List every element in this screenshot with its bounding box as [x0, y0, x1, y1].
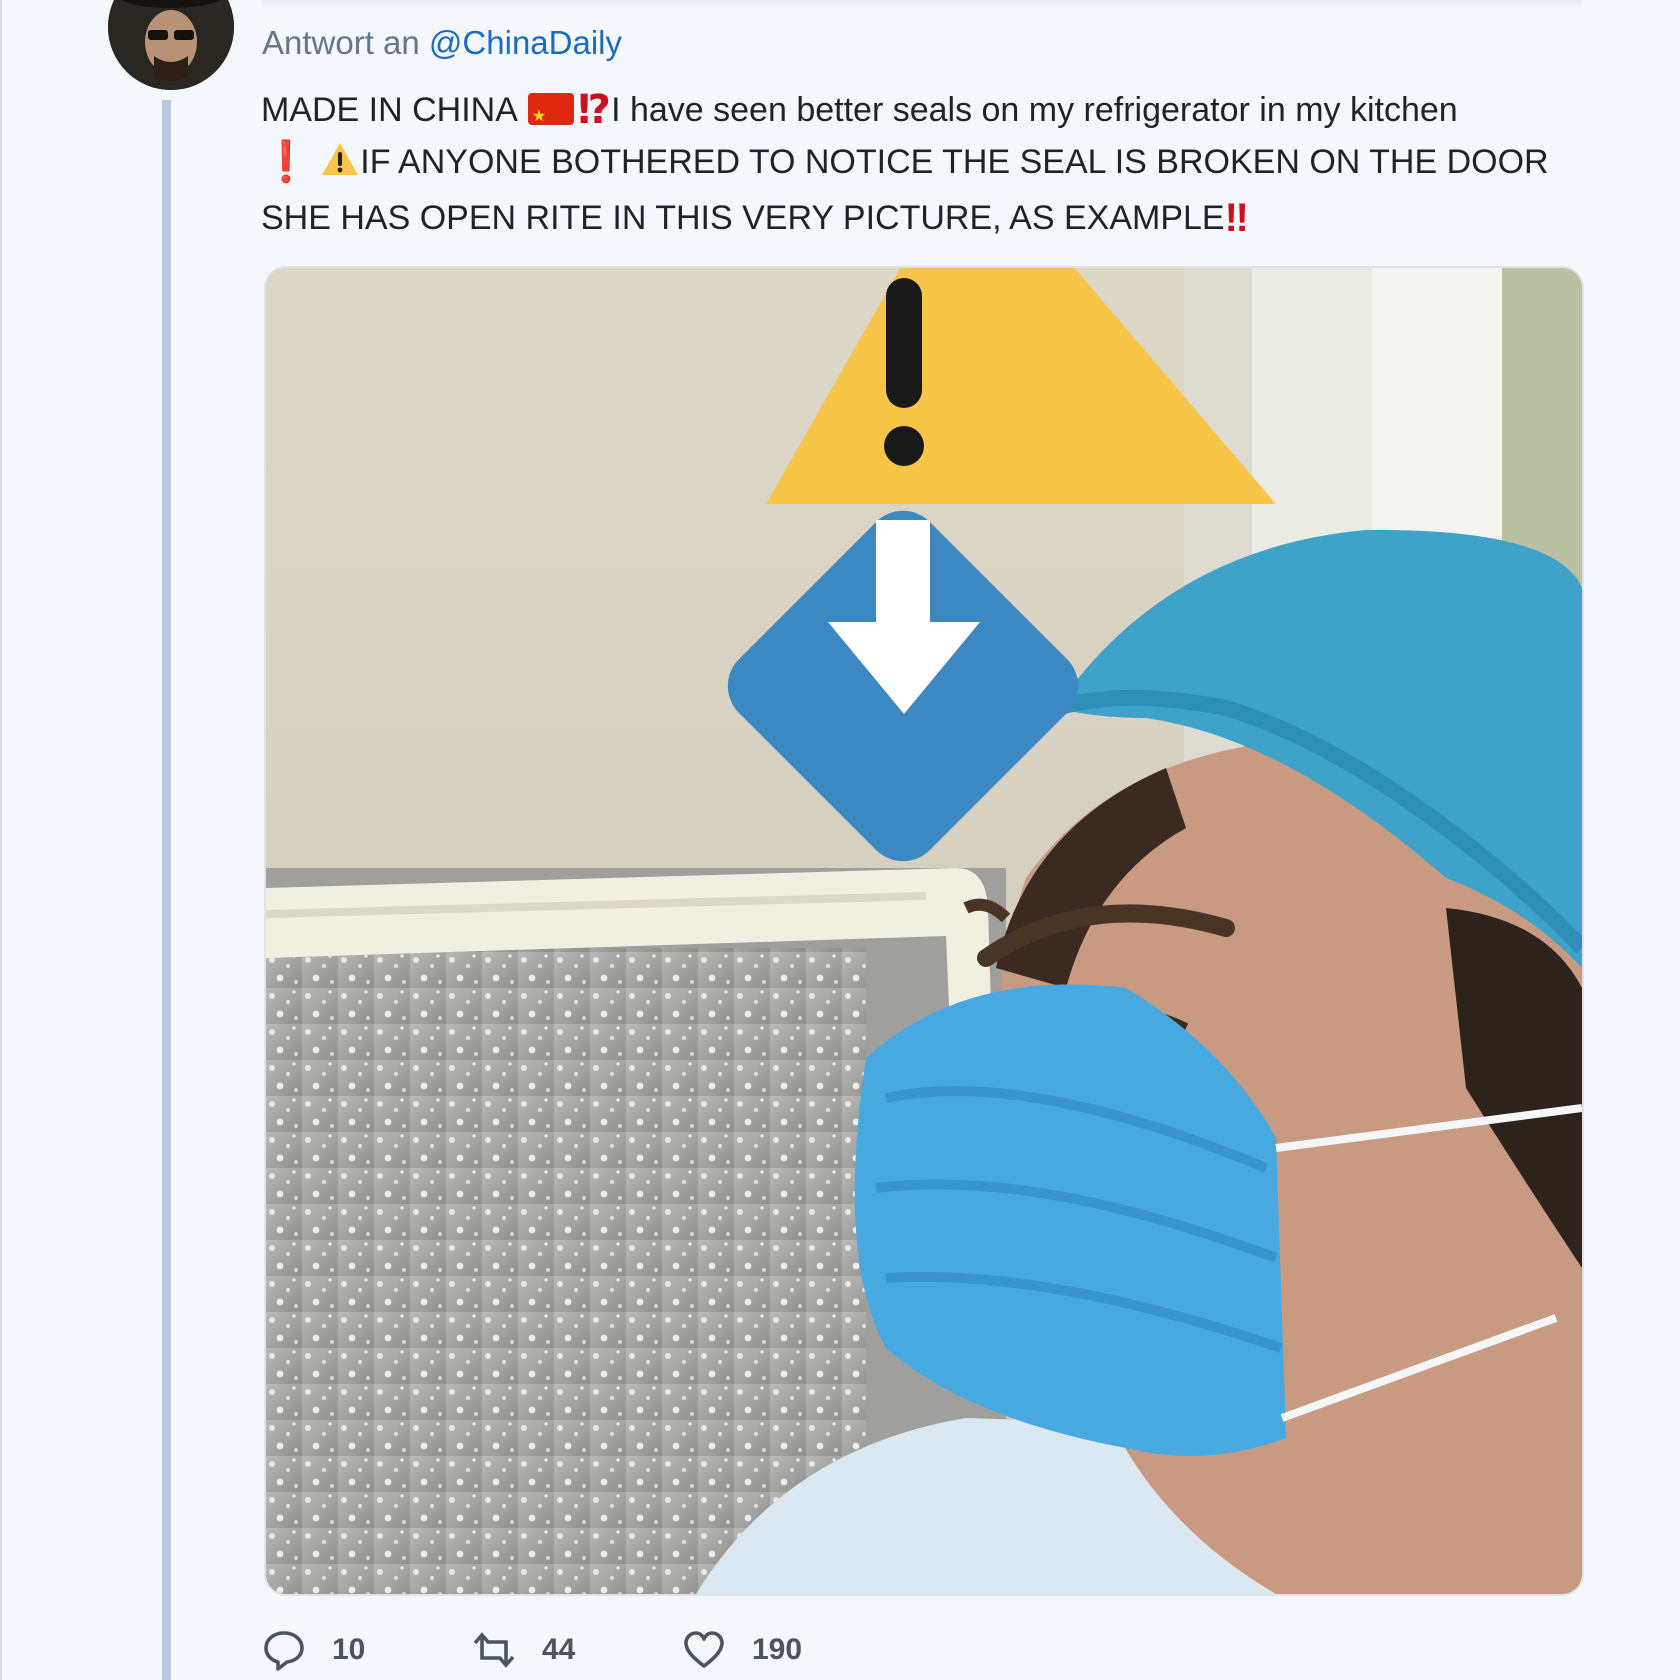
like-count: 190 — [752, 1633, 803, 1666]
tweet-text-segment: I have seen better seals on my refrigera… — [611, 91, 1458, 129]
reply-count: 10 — [332, 1633, 366, 1666]
tweet-text-segment: SHE HAS OPEN RITE IN THIS VERY PICTURE, … — [261, 199, 1225, 237]
tweet-card: Antwort an @ChinaDaily MADE IN CHINA ⁉I h… — [0, 0, 1680, 1680]
reply-handle-link[interactable]: @ChinaDaily — [429, 24, 622, 61]
retweet-icon — [473, 1632, 515, 1668]
tweet-text-segment: MADE IN CHINA — [261, 91, 518, 129]
tweet-text-line-2: ❗ IF ANYONE BOTHERED TO NOTICE THE SEAL … — [261, 136, 1591, 192]
author-avatar[interactable] — [108, 0, 234, 90]
avatar-image — [108, 0, 234, 90]
double-exclamation-icon: ‼ — [1224, 196, 1249, 240]
reply-icon — [264, 1631, 304, 1671]
like-action[interactable]: 190 — [682, 1628, 802, 1672]
tweet-text-segment: IF ANYONE BOTHERED TO NOTICE THE SEAL IS… — [360, 143, 1549, 181]
heart-icon — [684, 1631, 724, 1668]
retweet-count: 44 — [542, 1633, 576, 1666]
exclamation-icon: ❗ — [261, 140, 311, 184]
tweet-actions-bar: 10 44 190 — [262, 1628, 1582, 1672]
flag-china-icon — [527, 91, 574, 143]
tweet-photo[interactable] — [264, 266, 1584, 1596]
thread-connector-line — [162, 100, 171, 1680]
retweet-action[interactable]: 44 — [472, 1628, 575, 1672]
reply-context: Antwort an @ChinaDaily — [262, 24, 622, 62]
previous-tweet-edge — [262, 0, 1582, 8]
reply-prefix: Antwort an — [262, 24, 420, 61]
reply-action[interactable]: 10 — [262, 1628, 365, 1672]
photo-freezer-nurse — [266, 268, 1582, 1594]
tweet-text-line-1: MADE IN CHINA ⁉I have seen better seals o… — [261, 84, 1591, 143]
interrobang-icon: ⁉ — [577, 88, 612, 132]
tweet-text: MADE IN CHINA ⁉I have seen better seals o… — [261, 84, 1591, 244]
tweet-text-line-3: SHE HAS OPEN RITE IN THIS VERY PICTURE, … — [261, 192, 1591, 244]
warning-icon — [320, 140, 360, 192]
